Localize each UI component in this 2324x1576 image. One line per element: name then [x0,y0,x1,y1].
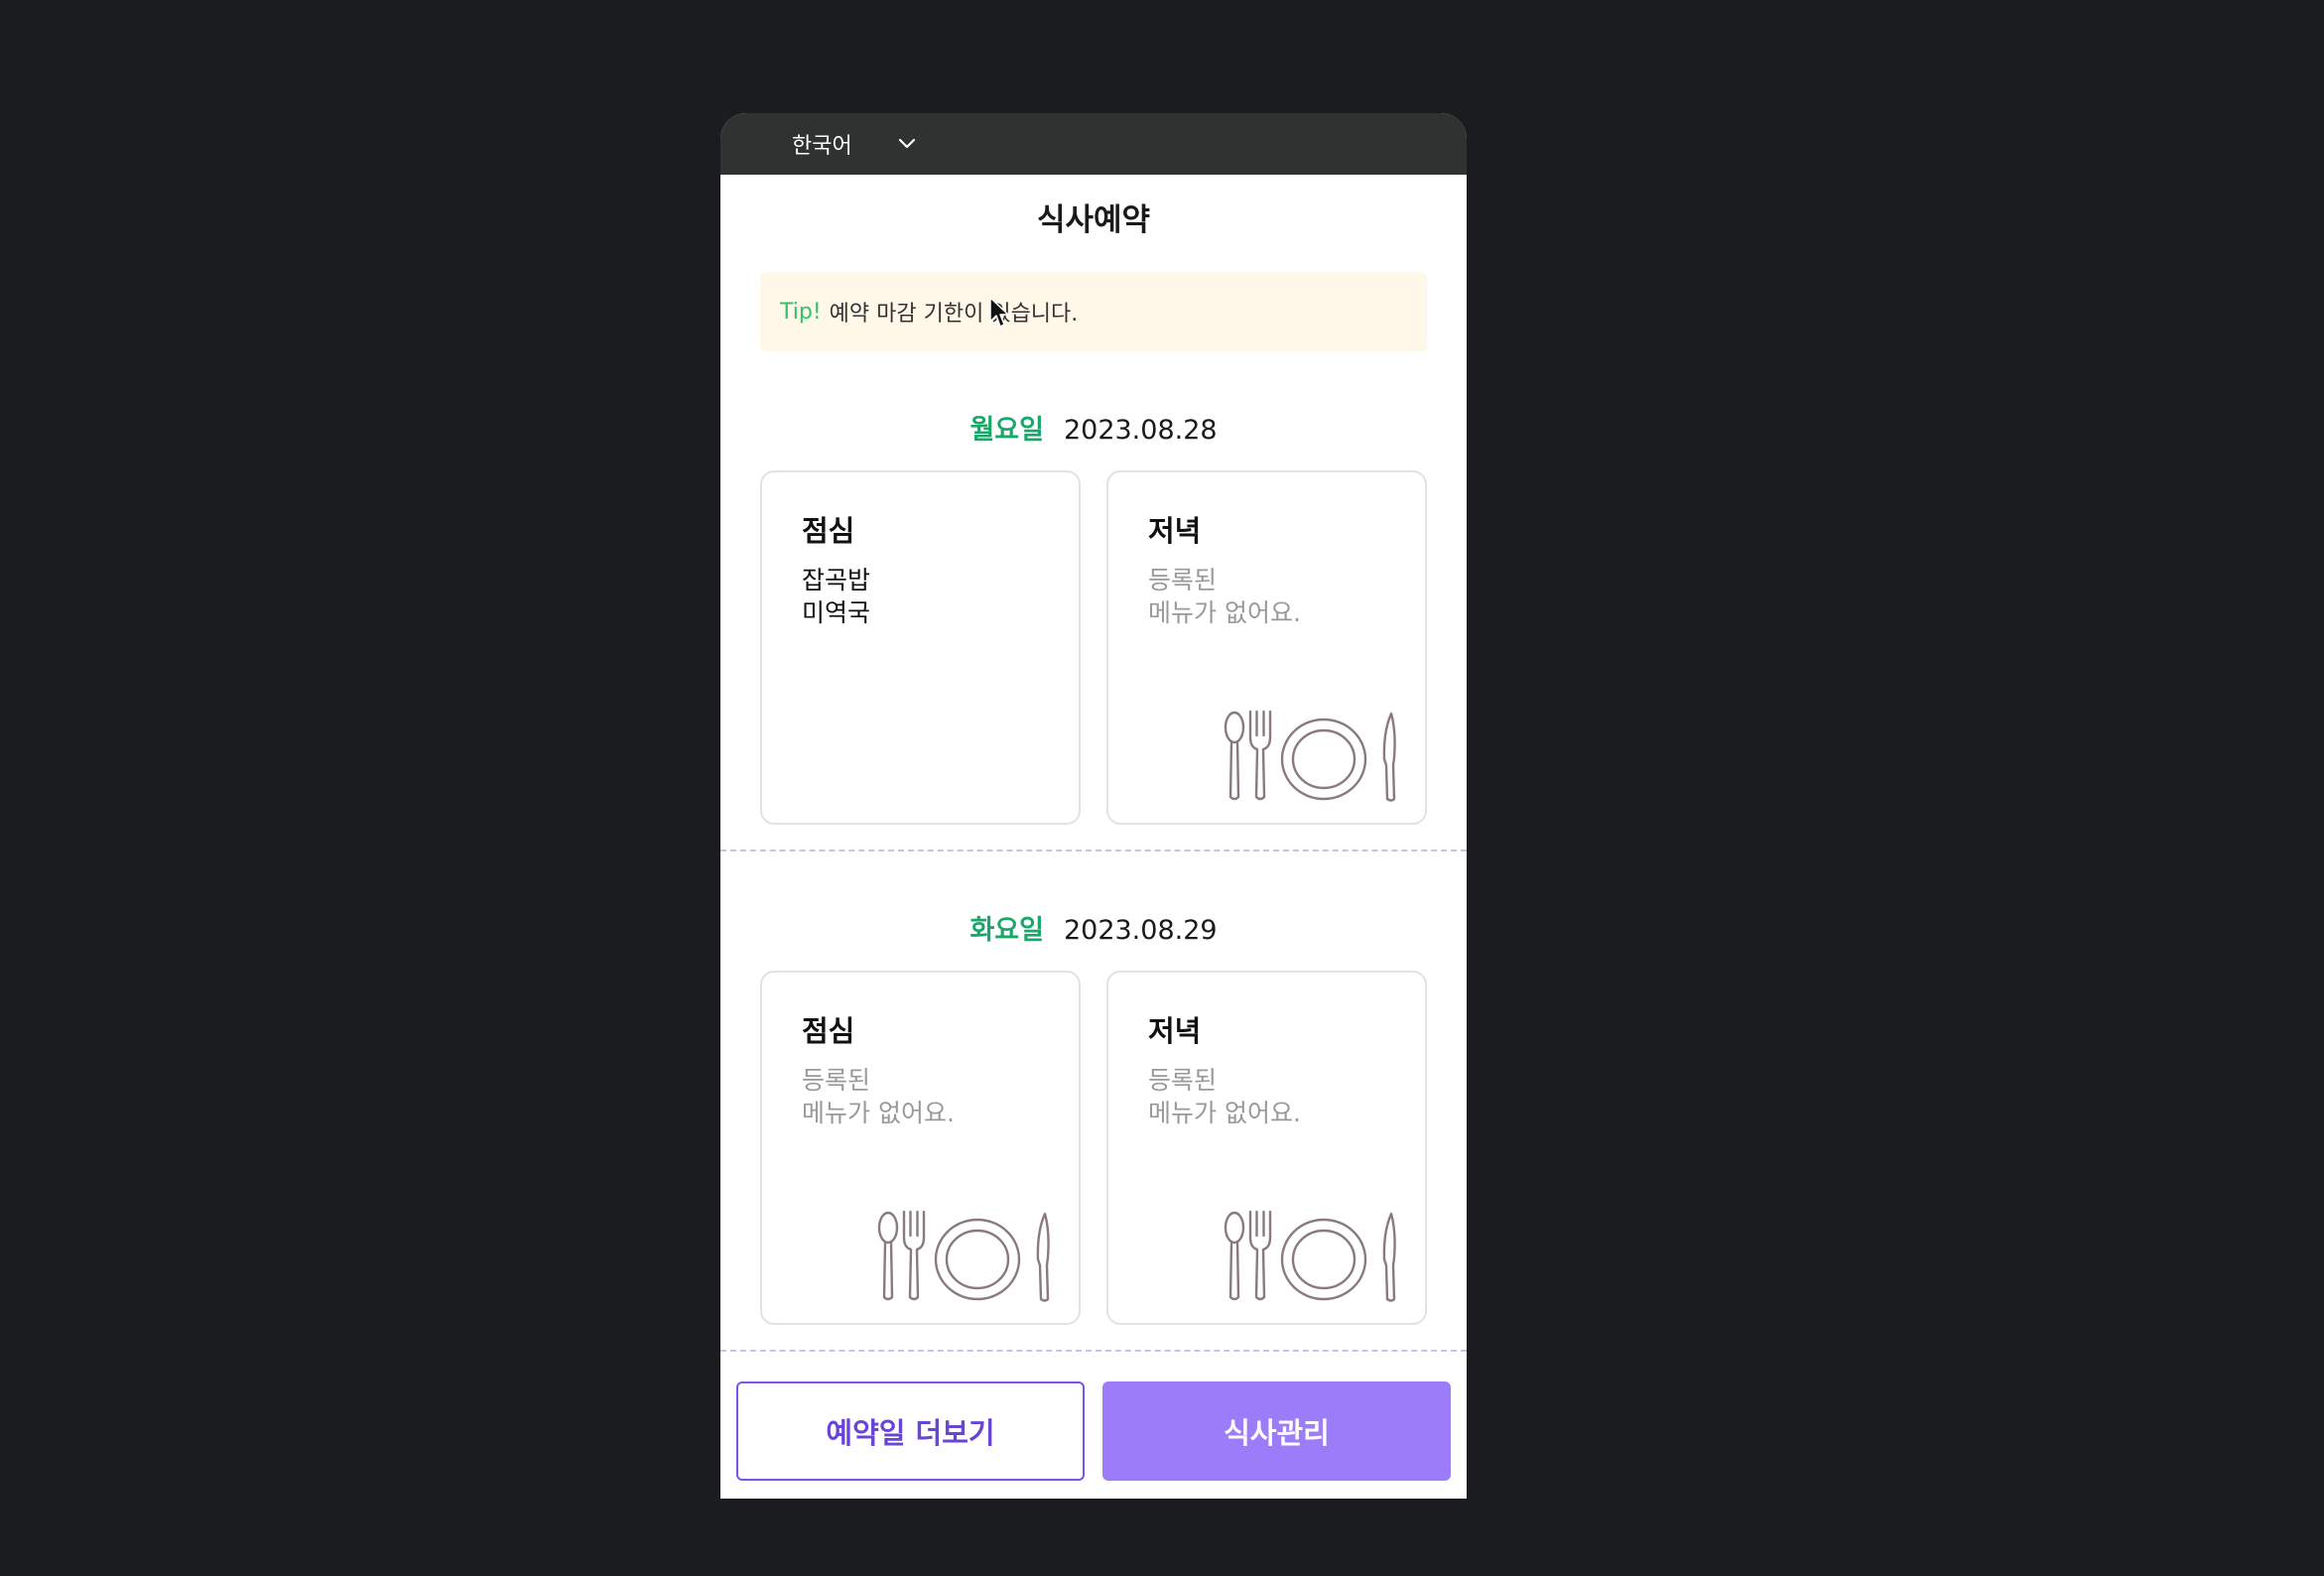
language-value: 한국어 [792,134,852,159]
menu-item: 미역국 [802,598,871,627]
empty-menu-text: 메뉴가 없어요. [1148,598,1301,627]
tip-banner: Tip! 예약 마감 기한이 있습니다. [760,272,1427,351]
tip-text: 예약 마감 기한이 있습니다. [829,302,1079,327]
top-bar: 한국어 [720,113,1467,175]
day-header: 월요일 2023.08.28 [720,411,1467,451]
meal-name: 점심 [802,1014,855,1048]
empty-menu-text: 메뉴가 없어요. [1148,1099,1301,1127]
empty-menu-text: 등록된 [802,1066,871,1095]
meal-card-dinner[interactable]: 저녁 등록된 메뉴가 없어요. [1106,971,1427,1325]
bottom-action-bar: 예약일 더보기 식사관리 [720,1381,1467,1499]
day-weekday: 화요일 [969,915,1044,946]
meal-name: 저녁 [1148,514,1202,548]
more-dates-button[interactable]: 예약일 더보기 [736,1381,1085,1481]
day-weekday: 월요일 [969,415,1044,446]
empty-menu-text: 등록된 [1148,566,1218,594]
empty-menu-text: 등록된 [1148,1066,1218,1095]
meal-cards: 점심 잡곡밥 미역국 저녁 등록된 메뉴가 없어요. [760,470,1427,825]
day-date: 2023.08.28 [1063,415,1218,446]
day-section: 월요일 2023.08.28 점심 잡곡밥 미역국 저녁 등록된 메뉴가 없어요. [720,351,1467,852]
mouse-cursor-icon [989,297,1009,328]
meal-name: 저녁 [1148,1014,1202,1048]
chevron-down-icon [896,133,918,155]
page-title: 식사예약 [1036,202,1151,238]
day-section: 화요일 2023.08.29 점심 등록된 메뉴가 없어요. 저녁 등록된 메뉴가… [720,852,1467,1352]
language-selector[interactable]: 한국어 [792,128,918,160]
menu-item: 잡곡밥 [802,566,871,594]
tableware-icon [1221,708,1405,803]
meal-manage-button[interactable]: 식사관리 [1102,1381,1451,1481]
day-header: 화요일 2023.08.29 [720,911,1467,951]
tip-label: Tip! [780,299,822,325]
tableware-icon [1221,1208,1405,1303]
app-screen: 한국어 식사예약 Tip! 예약 마감 기한이 있습니다. 월요일 2023.08… [720,113,1467,1499]
meal-card-lunch[interactable]: 점심 등록된 메뉴가 없어요. [760,971,1081,1325]
empty-menu-text: 메뉴가 없어요. [802,1099,955,1127]
meal-card-dinner[interactable]: 저녁 등록된 메뉴가 없어요. [1106,470,1427,825]
day-date: 2023.08.29 [1063,915,1218,946]
meal-cards: 점심 등록된 메뉴가 없어요. 저녁 등록된 메뉴가 없어요. [760,971,1427,1325]
meal-name: 점심 [802,514,855,548]
meal-card-lunch[interactable]: 점심 잡곡밥 미역국 [760,470,1081,825]
tableware-icon [874,1208,1059,1303]
